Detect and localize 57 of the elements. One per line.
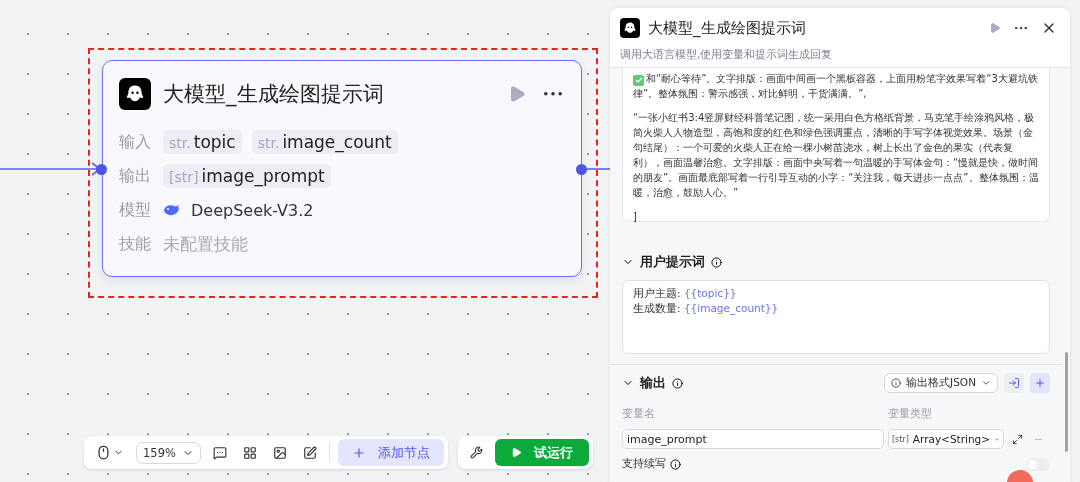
- prompt-line: 生成数量: {{image_count}}: [633, 301, 780, 316]
- more-icon: [1015, 26, 1027, 30]
- import-button[interactable]: [1004, 373, 1024, 393]
- variable-name-field[interactable]: image_prompt: [622, 429, 884, 449]
- play-icon: [510, 447, 522, 458]
- whale-icon: [163, 203, 181, 217]
- grid-icon: [242, 445, 257, 460]
- llm-node[interactable]: 大模型_生成绘图提示词 输入 str. topic str. image_count 输出 [str] image_prompt 模型 DeepSeek-V3.2 技能 未配置技能: [102, 60, 582, 277]
- zoom-select[interactable]: 159%: [136, 441, 201, 464]
- variable-chip: str. topic: [163, 130, 242, 154]
- mouse-icon: [96, 445, 111, 460]
- edge-line: [584, 168, 612, 170]
- empty-skills-text: 未配置技能: [163, 232, 248, 256]
- panel-subtitle: 调用大语言模型,使用变量和提示词生成回复: [620, 48, 834, 62]
- import-icon: [1008, 377, 1020, 389]
- plus-icon: [351, 445, 366, 460]
- plus-icon: [1034, 377, 1046, 389]
- user-prompt-box[interactable]: 用户主题: {{topic}} 生成数量: {{image_count}}: [622, 280, 1050, 354]
- prompt-line: 用户主题: {{topic}}: [633, 286, 738, 301]
- variable-chip: str. image_count: [251, 130, 398, 154]
- column-label: 变量类型: [888, 406, 933, 421]
- more-icon: [544, 92, 562, 96]
- play-icon: [508, 85, 526, 103]
- wrench-icon: [469, 446, 483, 459]
- input-port[interactable]: [96, 164, 107, 175]
- image-icon: [272, 445, 287, 460]
- add-node-button[interactable]: 添加节点: [337, 439, 444, 466]
- toggle-switch[interactable]: [1026, 457, 1050, 471]
- expand-icon[interactable]: [1012, 433, 1023, 445]
- row-label: 输入: [119, 131, 152, 153]
- panel-title: 大模型_生成绘图提示词: [648, 18, 807, 38]
- pen-icon: [302, 445, 317, 460]
- play-icon: [989, 22, 1001, 34]
- info-icon: [711, 256, 722, 268]
- comment-icon: [212, 445, 227, 460]
- row-label: 模型: [119, 199, 152, 221]
- info-icon: [672, 377, 683, 389]
- node-title: 大模型_生成绘图提示词: [163, 81, 385, 108]
- info-icon: [891, 378, 902, 388]
- caret-icon: [981, 378, 991, 388]
- prompt-text: 和“耐心等待”。文字排版：画面中间画一个黑板容器，上面用粉笔字效果写着“3大避坑铁律”。整体氛围：警示感强，对比鲜明，干货满满。”,: [633, 72, 1039, 101]
- section-title: 输出: [640, 374, 666, 392]
- section-title: 用户提示词: [640, 253, 705, 271]
- column-label: 变量名: [622, 406, 656, 421]
- model-name: DeepSeek-V3.2: [191, 200, 314, 220]
- setting-label: 支持续写: [622, 457, 666, 471]
- check-icon: [633, 74, 644, 86]
- system-prompt-box[interactable]: [622, 68, 1050, 222]
- info-icon: [670, 458, 681, 470]
- format-select[interactable]: 输出格式JSON: [884, 373, 998, 393]
- row-label: 输出: [119, 165, 152, 187]
- output-port[interactable]: [576, 164, 587, 175]
- row-label: 技能: [119, 233, 152, 255]
- prompt-text: ]: [633, 210, 638, 224]
- variable-chip: [str] image_prompt: [163, 164, 331, 188]
- prompt-text: “一张小红书3:4竖屏财经科普笔记图，统一采用白色方格纸背景，马克笔手绘涂鸦风格，极简火柴人人物造型，高饱和度的红色和绿色强调重点，清晰的手写字体视觉效果。场景（金句结尾）：一个可爱的火柴人正在给一棵小树苗浇水，树上长出了金色的果实（代表复利），画面温馨治愈。文字排版：画面中央写着一句温暖的手写体金句：“慢就是快，做时间的朋友”。画面最底部写着一行引导互动的小字：“关注我，每天进步一点点”。整体氛围：温暖，治愈，鼓励人心。”: [633, 111, 1040, 200]
- variable-type-select[interactable]: [str] Array<String>: [888, 429, 1004, 449]
